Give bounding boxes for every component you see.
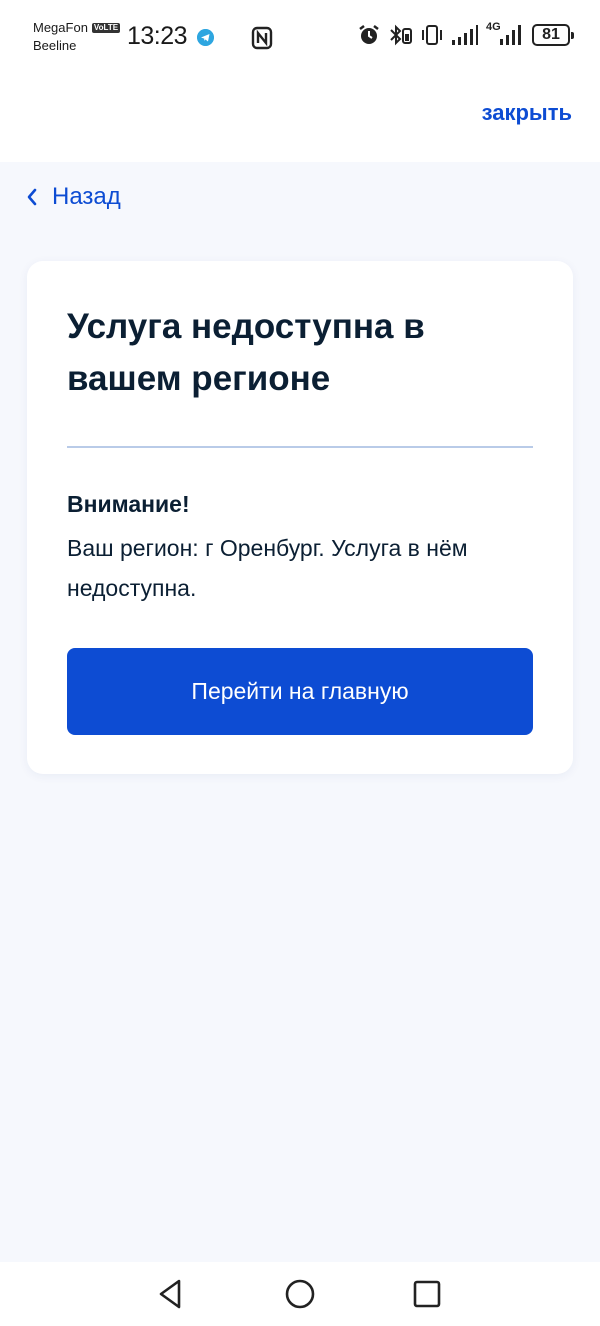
status-time: 13:23 — [127, 22, 188, 50]
back-link[interactable]: Назад — [26, 183, 121, 211]
nav-recents-icon[interactable] — [409, 1276, 445, 1312]
signal-icon — [452, 25, 478, 45]
telegram-icon — [197, 29, 214, 46]
status-icons: 4G 81 — [358, 21, 574, 46]
back-chevron-icon — [27, 188, 37, 206]
divider — [67, 446, 533, 448]
status-bar: MegaFon VoLTE Beeline 13:23 4G 81 — [0, 0, 600, 78]
vibrate-icon — [422, 25, 442, 45]
system-nav-bar — [0, 1262, 600, 1326]
carrier-secondary: Beeline — [33, 38, 77, 53]
region-message: Ваш регион: г Оренбург. Услуга в нём нед… — [67, 535, 468, 601]
carrier-info: MegaFon VoLTE Beeline — [33, 19, 121, 55]
signal-4g-icon — [500, 25, 521, 45]
bluetooth-icon — [390, 24, 412, 46]
go-home-button[interactable]: Перейти на главную — [67, 648, 533, 735]
battery-icon: 81 — [532, 24, 574, 46]
signal-4g: 4G — [486, 21, 524, 46]
attention-label: Внимание! — [67, 491, 190, 517]
back-label: Назад — [52, 183, 121, 210]
close-link[interactable]: закрыть — [482, 100, 572, 126]
volte-badge: VoLTE — [91, 23, 121, 33]
carrier-primary: MegaFon — [33, 20, 88, 35]
nav-back-icon[interactable] — [153, 1276, 189, 1312]
page-title: Услуга недоступна в вашем регионе — [67, 307, 425, 398]
error-card: Услуга недоступна в вашем регионе Вниман… — [27, 261, 573, 774]
nav-home-icon[interactable] — [282, 1276, 318, 1312]
alarm-icon — [359, 25, 379, 44]
nfc-icon — [251, 26, 273, 50]
header: закрыть — [0, 78, 600, 162]
